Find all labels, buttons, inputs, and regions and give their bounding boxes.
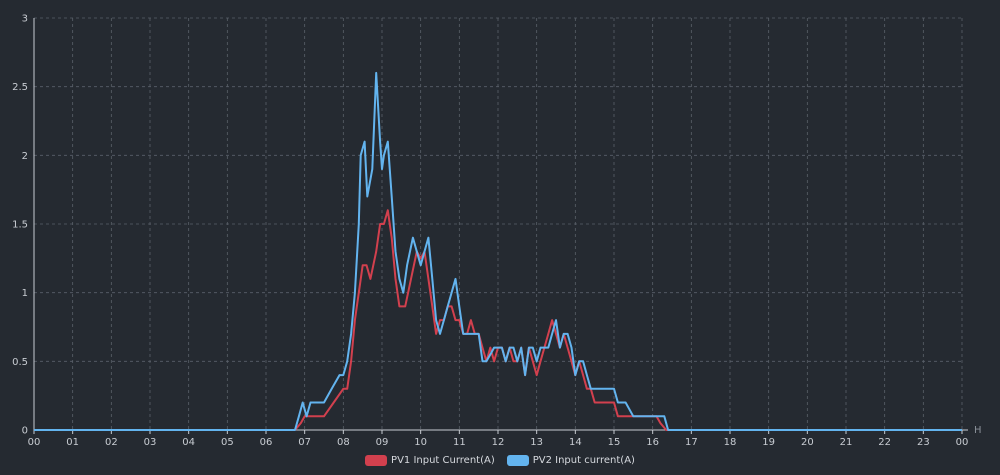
- x-tick-label: 02: [105, 437, 118, 448]
- line-chart: 0 0.5 1 1.5 2 2.5 3 00 01 02 03 04 05 06 07 08 09 10 11 12…: [12, 14, 982, 449]
- x-tick-label: 07: [298, 437, 311, 448]
- y-axis-ticks: 0 0.5 1 1.5 2 2.5 3: [12, 14, 28, 437]
- x-tick-label: 03: [144, 437, 157, 448]
- x-tick-label: 01: [66, 437, 79, 448]
- x-tick-label: 00: [956, 437, 969, 448]
- x-tick-label: 23: [917, 437, 930, 448]
- x-tick-label: 18: [724, 437, 737, 448]
- x-tick-label: 19: [762, 437, 775, 448]
- x-tick-label: 22: [878, 437, 891, 448]
- legend-item-pv1[interactable]: PV1 Input Current(A): [365, 455, 495, 466]
- y-tick-label: 0: [22, 426, 28, 437]
- axes: [33, 18, 968, 434]
- x-tick-label: 12: [492, 437, 505, 448]
- y-tick-label: 3: [22, 14, 28, 25]
- y-tick-label: 0.5: [12, 357, 28, 368]
- x-tick-label: 21: [840, 437, 853, 448]
- x-tick-label: 17: [685, 437, 698, 448]
- x-tick-label: 16: [646, 437, 659, 448]
- x-tick-label: 09: [376, 437, 389, 448]
- x-axis-unit: H: [974, 425, 982, 436]
- x-tick-label: 05: [221, 437, 234, 448]
- chart-legend: PV1 Input Current(A) PV2 Input current(A…: [0, 455, 1000, 466]
- x-tick-label: 14: [569, 437, 582, 448]
- x-tick-label: 10: [414, 437, 427, 448]
- x-tick-label: 20: [801, 437, 814, 448]
- x-tick-label: 15: [608, 437, 621, 448]
- y-tick-label: 2: [22, 151, 28, 162]
- x-tick-label: 13: [530, 437, 543, 448]
- x-tick-label: 08: [337, 437, 350, 448]
- x-tick-label: 04: [182, 437, 195, 448]
- y-tick-label: 2.5: [12, 82, 28, 93]
- grid-lines: [34, 17, 963, 430]
- x-tick-label: 11: [453, 437, 466, 448]
- x-tick-label: 00: [28, 437, 41, 448]
- y-tick-label: 1: [22, 288, 28, 299]
- legend-swatch-pv2: [506, 455, 529, 466]
- legend-label-pv2: PV2 Input current(A): [532, 455, 635, 466]
- legend-label-pv1: PV1 Input Current(A): [391, 455, 495, 466]
- x-axis-ticks: 00 01 02 03 04 05 06 07 08 09 10 11 12 13 14 15 16 17 18 19…: [28, 437, 969, 448]
- x-tick-label: 06: [260, 437, 273, 448]
- y-tick-label: 1.5: [12, 220, 28, 231]
- legend-swatch-pv1: [365, 455, 388, 466]
- legend-item-pv2[interactable]: PV2 Input current(A): [506, 455, 635, 466]
